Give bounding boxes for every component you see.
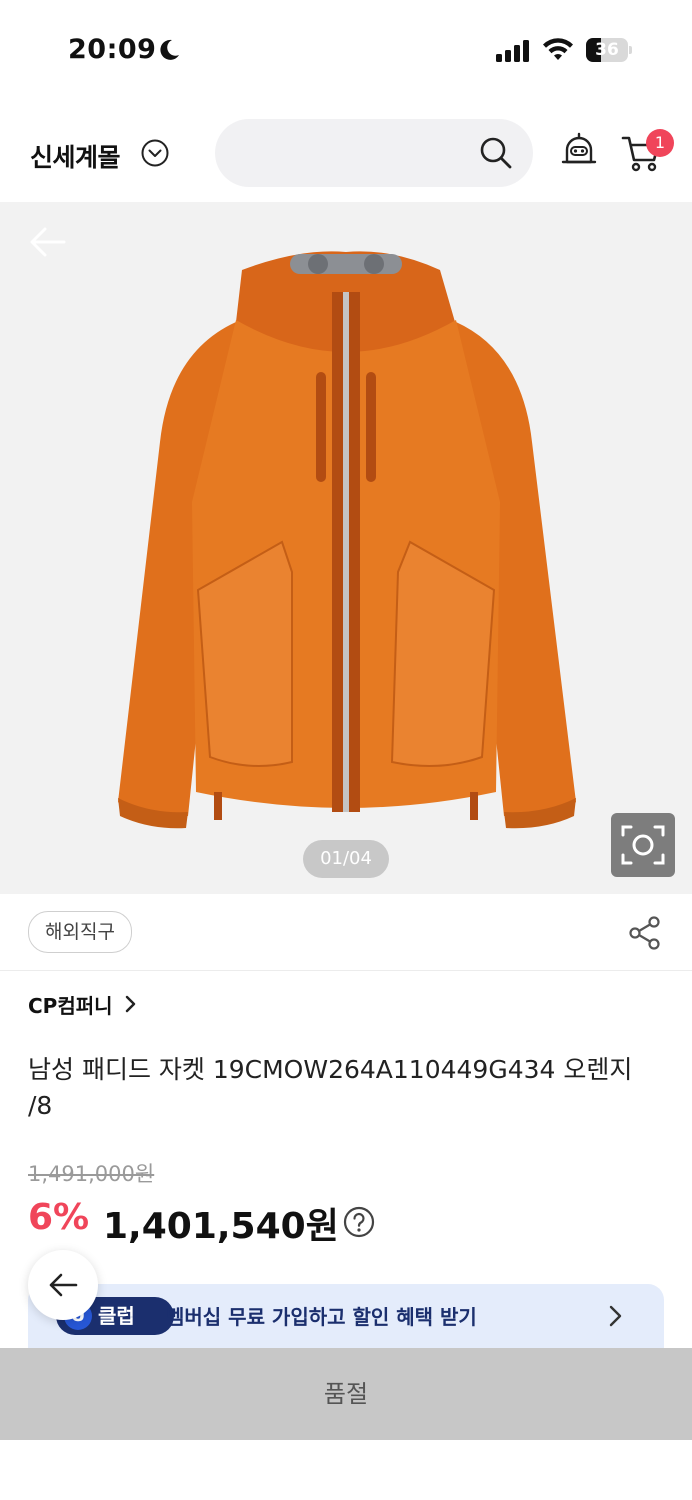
membership-message: 멤버십 무료 가입하고 할인 혜택 받기 (166, 1305, 477, 1329)
status-bar: 20:09 36 (0, 0, 692, 100)
discount-rate: 6% (28, 1197, 90, 1238)
battery-level: 36 (595, 40, 619, 60)
wifi-icon (543, 38, 573, 60)
search-bar[interactable] (215, 119, 533, 187)
cart-count-badge: 1 (646, 129, 674, 157)
product-title: 남성 패디드 자켓 19CMOW264A110449G434 오렌지 /8 (28, 1055, 633, 1120)
chevron-right-icon (609, 1305, 622, 1327)
product-image (118, 251, 576, 829)
seller-link[interactable]: CP컴퍼니 (28, 990, 113, 1019)
gallery-counter: 01/04 (303, 840, 389, 878)
back-arrow-icon (49, 1273, 78, 1297)
camera-scan-button[interactable] (611, 813, 675, 877)
bell-bot-icon[interactable] (560, 132, 598, 172)
top-header: 신세계몰 1 (0, 110, 692, 200)
uclub-label: 클럽 (98, 1304, 135, 1328)
chevron-right-icon[interactable] (124, 994, 138, 1014)
membership-banner[interactable]: U 클럽 멤버십 무료 가입하고 할인 혜택 받기 (28, 1284, 664, 1348)
search-icon[interactable] (479, 136, 513, 170)
moon-icon (160, 39, 179, 60)
sold-out-button: 품절 (0, 1348, 692, 1440)
brand-title[interactable]: 신세계몰 (30, 138, 121, 174)
help-icon[interactable] (343, 1206, 375, 1238)
camera-scan-icon (621, 825, 665, 865)
original-price: 1,491,000원 (28, 1162, 155, 1186)
back-arrow-icon[interactable] (28, 224, 68, 260)
product-image-gallery[interactable]: 01/04 (0, 202, 692, 894)
share-icon[interactable] (628, 915, 662, 951)
overseas-direct-tag: 해외직구 (28, 911, 132, 953)
floating-back-button[interactable] (28, 1250, 98, 1320)
signal-icon (496, 40, 529, 62)
status-time: 20:09 (68, 34, 157, 65)
search-input[interactable] (237, 137, 471, 171)
tag-row: 해외직구 (0, 895, 692, 971)
chevron-down-icon[interactable] (140, 138, 170, 168)
sale-price: 1,401,540원 (103, 1206, 339, 1247)
battery-icon: 36 (586, 38, 632, 62)
